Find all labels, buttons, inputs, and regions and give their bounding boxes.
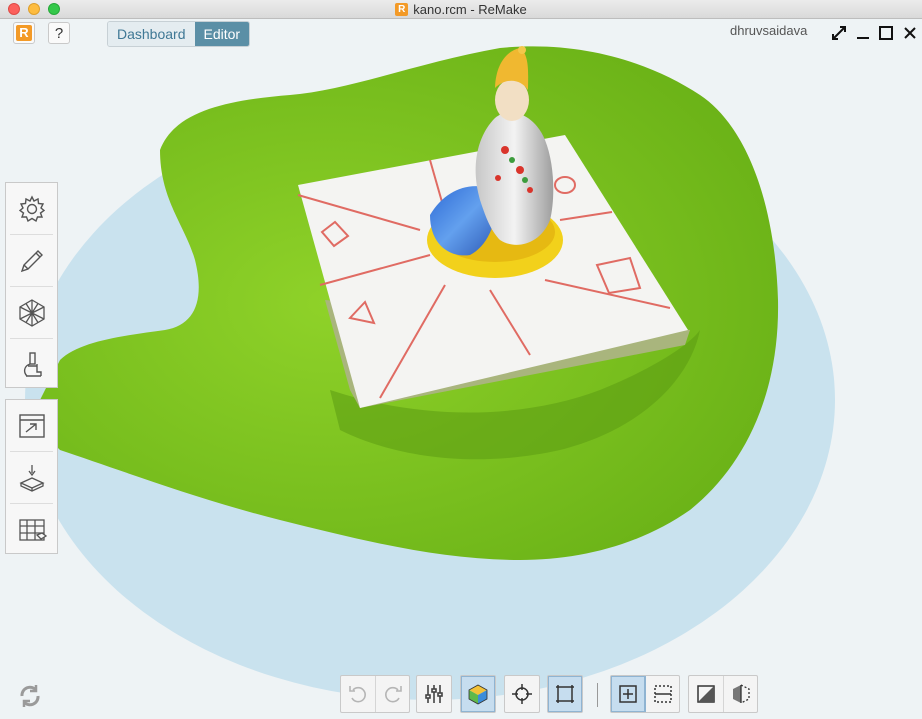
left-tool-panel-primary [5,182,58,388]
view-tabs: Dashboard Editor [107,21,251,47]
tab-dashboard[interactable]: Dashboard [108,22,195,46]
app-logo-button[interactable]: R [13,22,35,44]
selection-group [610,675,680,713]
logo-letter: R [16,25,32,41]
left-tool-panel-secondary [5,399,58,554]
export-tool[interactable] [10,400,53,452]
half-cube-button[interactable] [723,676,757,712]
frame-icon [556,685,574,703]
crosshair-icon [512,684,532,704]
model-scene [25,46,835,700]
set-pivot-button[interactable] [505,676,539,712]
pencil-icon [20,249,43,272]
redo-button[interactable] [375,676,409,712]
frame-group [547,675,583,713]
3d-print-icon [18,464,45,492]
section-group [688,675,758,713]
section-view-button[interactable] [689,676,723,712]
print-tool[interactable] [10,452,53,504]
shaded-cube-icon [468,684,488,705]
sync-icon[interactable] [17,683,43,709]
history-group [340,675,410,713]
export-icon [18,413,45,438]
close-icon[interactable] [901,24,919,42]
fullscreen-icon[interactable] [830,24,848,42]
window-titlebar: R kano.rcm - ReMake [0,0,922,19]
window-title-area: R kano.rcm - ReMake [0,0,922,18]
settings-icon [18,194,45,222]
figurine-crown-tip [518,46,526,54]
redo-icon [384,686,402,703]
adjust-button[interactable] [417,676,451,712]
app-icon: R [395,2,409,16]
sliders-icon [425,685,443,703]
section-icon [697,685,715,703]
select-region-button[interactable] [645,676,679,712]
pivot-group [504,675,540,713]
fit-selection-icon [619,685,637,703]
mesh-icon [18,298,45,327]
toolbar-separator [597,683,598,707]
microscope-icon [23,351,42,377]
window-title: kano.rcm - ReMake [413,1,527,17]
minimize-icon[interactable] [854,24,872,42]
help-button[interactable]: ? [48,22,70,44]
pencil-tool[interactable] [10,235,53,287]
undo-icon [349,686,366,703]
undo-button[interactable] [341,676,375,712]
shading-group [460,675,496,713]
frame-all-button[interactable] [548,676,582,712]
tab-editor[interactable]: Editor [194,22,250,46]
maximize-icon[interactable] [877,24,895,42]
materials-tool[interactable] [10,504,53,555]
fit-selection-button[interactable] [611,676,645,712]
adjust-group [416,675,452,713]
half-cube-icon [732,684,750,704]
materials-grid-icon [18,518,47,541]
3d-viewport[interactable] [0,19,922,719]
analysis-tool[interactable] [10,339,53,390]
dotted-selection-icon [653,685,672,703]
mesh-tool[interactable] [10,287,53,339]
shaded-view-button[interactable] [461,676,495,712]
settings-tool[interactable] [10,183,53,235]
username-label[interactable]: dhruvsaidava [730,23,807,38]
